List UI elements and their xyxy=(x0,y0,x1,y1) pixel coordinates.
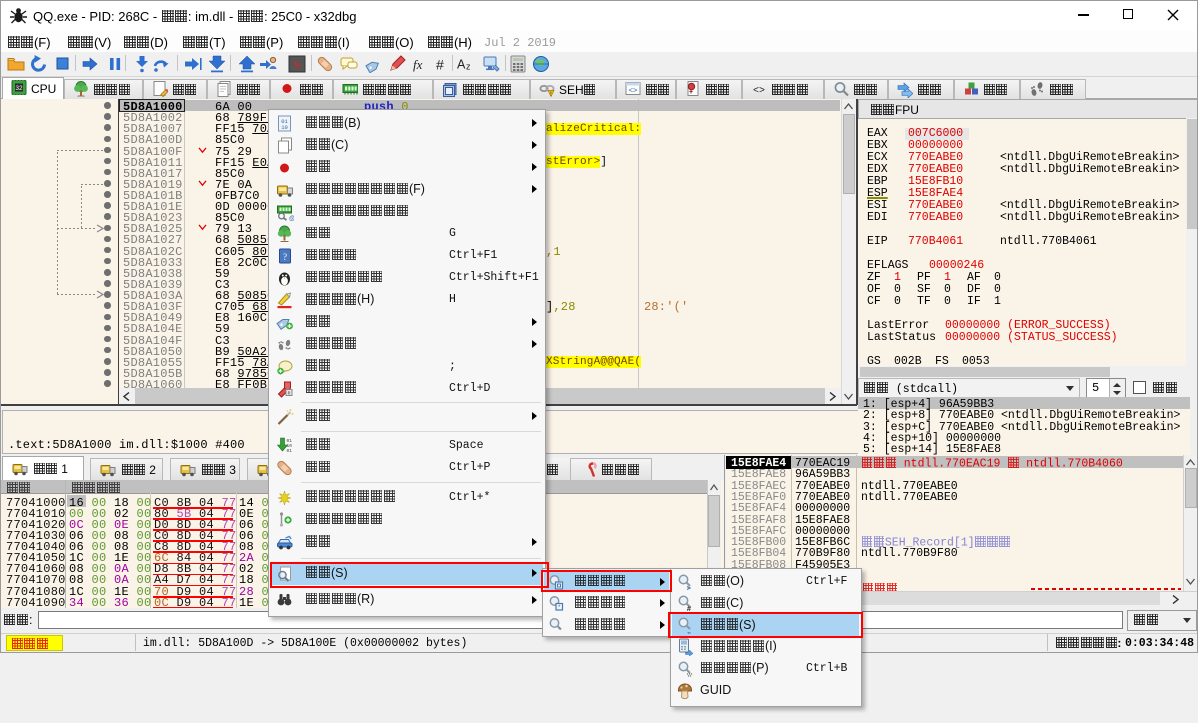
svg-text:?: ? xyxy=(283,252,287,262)
svg-text:!: ! xyxy=(550,92,551,98)
svg-text:10: 10 xyxy=(281,124,288,131)
svg-text:n: n xyxy=(288,390,291,396)
svg-text:@: @ xyxy=(289,216,294,221)
svg-text:01: 01 xyxy=(287,448,293,454)
svg-text:fx: fx xyxy=(413,57,423,72)
svg-text:z: z xyxy=(466,62,471,72)
svg-text:<>: <> xyxy=(753,86,765,97)
svg-text:*: * xyxy=(558,627,561,634)
svg-text:#: # xyxy=(436,57,444,73)
svg-text:S: S xyxy=(294,58,301,72)
svg-text:A: A xyxy=(457,58,466,72)
svg-text:32: 32 xyxy=(15,85,23,92)
svg-text:<>: <> xyxy=(628,88,638,96)
